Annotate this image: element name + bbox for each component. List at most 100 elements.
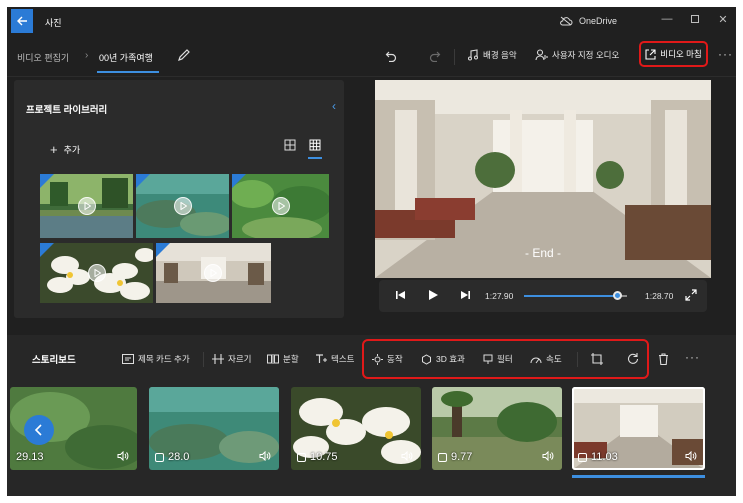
fullscreen-expand-icon[interactable] <box>685 289 697 301</box>
speed-button[interactable]: 속도 <box>530 353 562 365</box>
background-music-label: 배경 음악 <box>483 50 517 60</box>
text-label: 텍스트 <box>331 354 355 364</box>
speaker-icon[interactable] <box>117 451 129 461</box>
speaker-icon[interactable] <box>685 451 697 461</box>
custom-audio-button[interactable]: 사용자 지정 오디오 <box>535 49 619 61</box>
crop-icon[interactable] <box>591 353 603 365</box>
large-grid-icon[interactable] <box>284 139 296 151</box>
speaker-icon[interactable] <box>401 451 413 461</box>
photos-app-window: 사진 OneDrive — ✕ 비디오 편집기 › 00년 가족여행 배경 음악… <box>7 7 736 496</box>
toolbar-divider <box>454 49 455 65</box>
person-audio-icon <box>535 49 548 61</box>
clip-duration-icon <box>155 452 164 462</box>
filter-icon <box>483 354 493 364</box>
3d-effects-button[interactable]: 3D 효과 <box>421 353 465 365</box>
play-icon <box>204 264 222 282</box>
storyboard-more-icon[interactable]: ··· <box>685 350 700 364</box>
skip-back-icon[interactable] <box>395 289 407 301</box>
seek-thumb[interactable] <box>612 291 622 300</box>
trim-icon <box>212 354 224 364</box>
play-icon[interactable] <box>427 289 439 301</box>
storyboard-title: 스토리보드 <box>32 355 76 366</box>
export-icon <box>645 48 656 60</box>
split-button[interactable]: 분할 <box>267 353 299 365</box>
text-button[interactable]: 텍스트 <box>315 353 354 365</box>
storyboard-clip-4[interactable]: 9.77 <box>432 387 562 470</box>
add-media-button[interactable]: + 추가 <box>50 142 80 157</box>
speedometer-icon <box>530 357 542 364</box>
breadcrumb-video-editor[interactable]: 비디오 편집기 <box>17 51 69 64</box>
filters-label: 필터 <box>497 354 513 364</box>
undo-icon[interactable] <box>385 50 397 62</box>
library-thumbnail-hallway[interactable] <box>156 243 271 303</box>
library-thumbnail-flowers[interactable] <box>40 243 153 303</box>
speaker-icon[interactable] <box>259 451 271 461</box>
back-button[interactable] <box>11 9 33 33</box>
library-thumbnail-pond[interactable] <box>40 174 133 238</box>
add-title-card-button[interactable]: 제목 카드 추가 <box>122 353 190 365</box>
collapse-chevron-icon[interactable]: ‹ <box>332 99 336 113</box>
storyboard-clip-3[interactable]: 10.75 <box>291 387 421 470</box>
seek-progress <box>524 295 617 297</box>
3d-effects-label: 3D 효과 <box>436 354 465 364</box>
speaker-icon[interactable] <box>542 451 554 461</box>
rotate-icon[interactable] <box>627 353 639 365</box>
storyboard-clip-2[interactable]: 28.0 <box>149 387 279 470</box>
library-title: 프로젝트 라이브러리 <box>26 105 108 116</box>
library-thumbnail-underwater-1[interactable] <box>136 174 229 238</box>
filters-button[interactable]: 필터 <box>483 353 513 365</box>
add-media-label: 추가 <box>63 145 81 155</box>
close-button[interactable]: ✕ <box>713 11 733 27</box>
redo-icon[interactable] <box>429 50 441 62</box>
in-use-marker <box>40 174 54 188</box>
storyboard-divider <box>203 352 204 367</box>
motion-button[interactable]: 동작 <box>372 353 403 365</box>
clip-duration: 29.13 <box>16 451 44 463</box>
clip-duration-icon <box>297 452 306 462</box>
finish-video-button[interactable]: 비디오 마침 <box>639 41 708 67</box>
play-icon <box>78 197 96 215</box>
in-use-marker <box>136 174 150 188</box>
split-label: 분할 <box>283 354 299 364</box>
small-grid-icon[interactable] <box>309 139 321 151</box>
minimize-icon: — <box>661 13 673 25</box>
maximize-icon <box>691 15 699 23</box>
music-note-icon <box>468 49 478 61</box>
trim-button[interactable]: 자르기 <box>212 353 251 365</box>
3d-effects-icon <box>422 353 431 365</box>
clip-duration-icon <box>578 452 587 462</box>
storyboard-clip-5-selected[interactable]: 11.03 <box>572 387 705 470</box>
minimize-button[interactable]: — <box>657 11 677 27</box>
motion-icon <box>372 353 383 365</box>
end-card-text: - End - <box>524 246 561 260</box>
breadcrumb-project-name[interactable]: 00년 가족여행 <box>99 51 153 64</box>
maximize-button[interactable] <box>685 11 705 27</box>
library-thumbnail-underwater-2[interactable] <box>232 174 329 238</box>
plus-icon: + <box>50 142 58 157</box>
finish-video-label: 비디오 마침 <box>660 49 702 59</box>
in-use-marker <box>156 243 170 257</box>
add-title-card-label: 제목 카드 추가 <box>138 354 190 364</box>
title-card-icon <box>122 354 134 364</box>
in-use-marker <box>40 243 54 257</box>
view-selected-underline <box>308 157 322 159</box>
breadcrumb-chevron-icon: › <box>85 50 89 61</box>
video-preview[interactable]: - End - <box>375 80 711 278</box>
text-icon <box>316 354 327 363</box>
rename-pencil-icon[interactable] <box>177 48 191 62</box>
in-use-marker <box>232 174 246 188</box>
seek-slider[interactable] <box>524 291 627 300</box>
scroll-left-button[interactable] <box>24 415 54 445</box>
more-options-icon[interactable]: ··· <box>718 47 733 61</box>
clip-duration: 28.0 <box>155 451 189 463</box>
background-music-button[interactable]: 배경 음악 <box>467 49 517 61</box>
trash-icon[interactable] <box>658 353 669 365</box>
onedrive-status[interactable]: OneDrive <box>559 16 617 26</box>
custom-audio-label: 사용자 지정 오디오 <box>552 50 620 60</box>
total-time: 1:28.70 <box>645 291 674 301</box>
split-icon <box>267 354 279 364</box>
storyboard-divider <box>577 352 578 367</box>
storyboard-panel: 스토리보드 제목 카드 추가 자르기 분할 텍스트 동작 3D 효과 필터 속도… <box>7 335 736 496</box>
project-library-panel: 프로젝트 라이브러리 ‹ + 추가 <box>14 80 344 318</box>
skip-forward-icon[interactable] <box>459 289 471 301</box>
